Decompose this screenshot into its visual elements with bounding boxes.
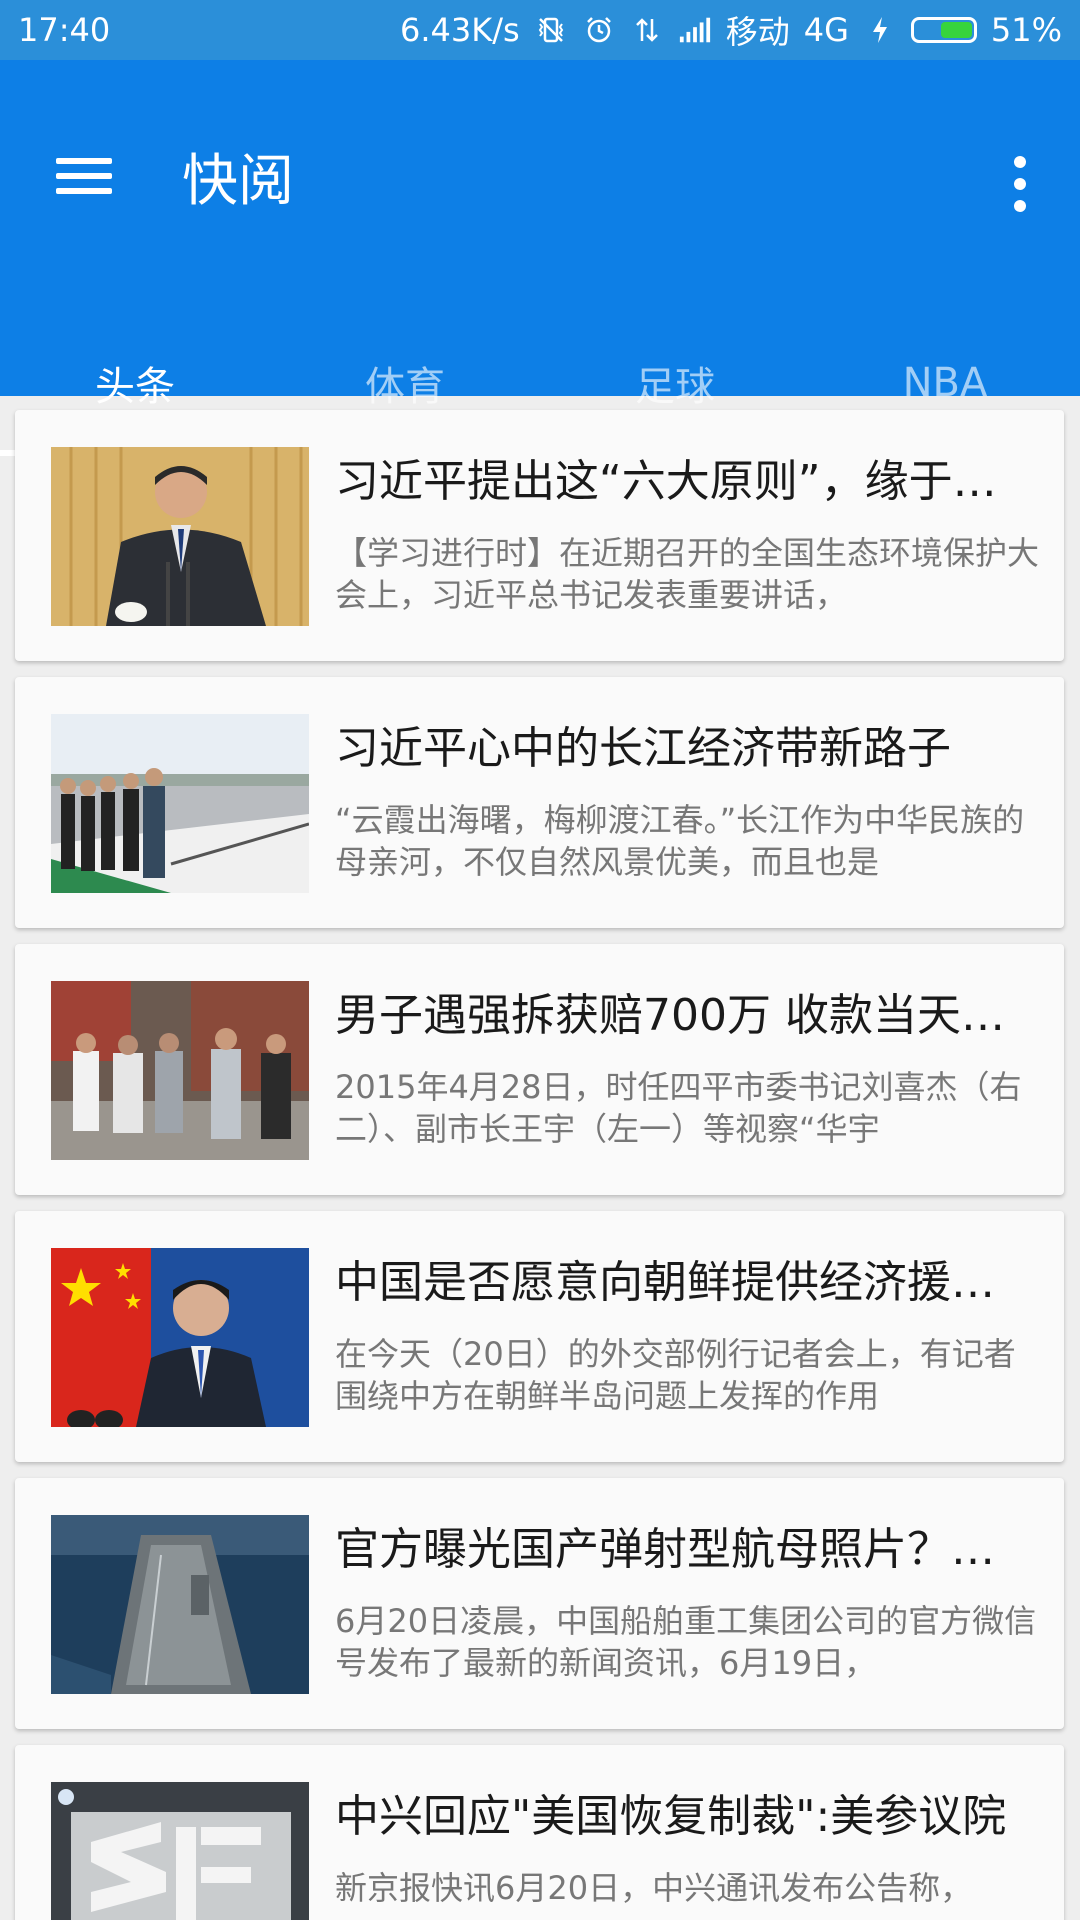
battery-fill: [941, 22, 972, 38]
news-title: 习近平心中的长江经济带新路子: [335, 723, 951, 774]
menu-icon[interactable]: [38, 144, 130, 208]
news-title: 官方曝光国产弹射型航母照片？假的: [335, 1524, 1035, 1575]
app-title: 快阅: [182, 149, 294, 214]
news-card[interactable]: 中国是否愿意向朝鲜提供经济援助？ 在今天（20日）的外交部例行记者会上，有记者围…: [15, 1211, 1064, 1462]
news-card[interactable]: 男子遇强拆获赔700万 收款当天被抓 2015年4月28日，时任四平市委书记刘喜…: [15, 944, 1064, 1195]
news-thumbnail: [51, 981, 309, 1160]
news-summary: “云霞出海曙，梅柳渡江春。”长江作为中华民族的母亲河，不仅自然风景优美，而且也是: [335, 801, 1025, 881]
news-thumbnail: [51, 714, 309, 893]
data-transfer-icon: [630, 13, 664, 47]
news-feed[interactable]: 习近平提出这“六大原则”，缘于这个紧迫问题 【学习进行时】在近期召开的全国生态环…: [0, 396, 1080, 1920]
news-title: 中国是否愿意向朝鲜提供经济援助？: [335, 1257, 1035, 1308]
news-card[interactable]: 官方曝光国产弹射型航母照片？假的 6月20日凌晨，中国船舶重工集团公司的官方微信…: [15, 1478, 1064, 1729]
news-card[interactable]: 习近平提出这“六大原则”，缘于这个紧迫问题 【学习进行时】在近期召开的全国生态环…: [15, 410, 1064, 661]
carrier-name: 移动: [725, 13, 790, 51]
news-thumbnail: [51, 447, 309, 626]
net-speed: 6.43K/s: [400, 11, 520, 49]
news-title: 习近平提出这“六大原则”，缘于这个紧迫问题: [335, 456, 1035, 507]
status-indicators: 6.43K/s 移动 4G 51%: [400, 7, 1062, 53]
news-summary: 在今天（20日）的外交部例行记者会上，有记者围绕中方在朝鲜半岛问题上发挥的作用: [335, 1335, 1016, 1415]
news-summary: 6月20日凌晨，中国船舶重工集团公司的官方微信号发布了最新的新闻资讯，6月19日…: [335, 1602, 1037, 1682]
battery-percent: 51%: [990, 11, 1062, 49]
battery-icon: [910, 17, 977, 43]
app-bar: 快阅 头条 体育 足球 NBA: [0, 60, 1080, 456]
news-summary: 新京报快讯6月20日，中兴通讯发布公告称，: [335, 1869, 973, 1907]
news-thumbnail: [51, 1782, 309, 1920]
news-thumbnail: [51, 1515, 309, 1694]
signal-icon: [678, 13, 712, 47]
news-card[interactable]: 习近平心中的长江经济带新路子 “云霞出海曙，梅柳渡江春。”长江作为中华民族的母亲…: [15, 677, 1064, 928]
news-summary: 【学习进行时】在近期召开的全国生态环境保护大会上，习近平总书记发表重要讲话，: [335, 534, 1040, 614]
network-type: 4G: [803, 11, 849, 49]
status-time: 17:40: [18, 11, 111, 49]
more-options-icon[interactable]: [990, 144, 1050, 224]
charging-icon: [863, 13, 897, 47]
vibrate-off-icon: [534, 13, 568, 47]
status-bar: 17:40 6.43K/s 移动 4G 51%: [0, 0, 1080, 60]
news-title: 男子遇强拆获赔700万 收款当天被抓: [335, 990, 1035, 1041]
news-summary: 2015年4月28日，时任四平市委书记刘喜杰（右二）、副市长王宇（左一）等视察“…: [335, 1068, 1022, 1148]
news-card[interactable]: 中兴回应"美国恢复制裁":美参议院 新京报快讯6月20日，中兴通讯发布公告称，: [15, 1745, 1064, 1920]
alarm-icon: [582, 13, 616, 47]
news-title: 中兴回应"美国恢复制裁":美参议院: [335, 1791, 1007, 1842]
news-thumbnail: [51, 1248, 309, 1427]
